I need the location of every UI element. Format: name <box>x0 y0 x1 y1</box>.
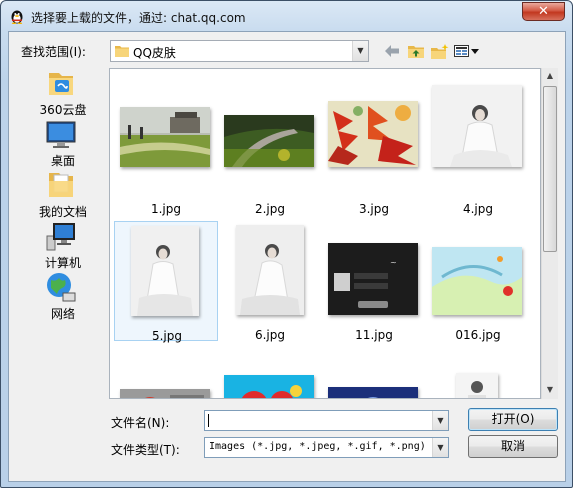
file-name: 2.jpg <box>254 202 286 216</box>
up-one-level-button[interactable] <box>405 41 427 61</box>
look-in-label: 查找范围(I): <box>21 45 86 59</box>
file-list-view[interactable]: 1.jpg 2.jpg 3.jpg 4.jpg 5.jpg 6.jpg ~ 11… <box>109 68 541 399</box>
place-desktop[interactable]: 桌面 <box>23 118 103 168</box>
open-button[interactable]: 打开(O) <box>468 408 558 431</box>
thumbnail-image <box>328 387 418 398</box>
file-type-label: 文件类型(T): <box>111 443 180 457</box>
thumbnail-image <box>120 389 210 398</box>
network-globe-icon <box>47 273 76 302</box>
scroll-up-arrow-icon[interactable]: ▲ <box>542 68 558 84</box>
file-name-label: 文件名(N): <box>111 416 170 430</box>
desktop-icon <box>46 121 76 148</box>
new-folder-icon <box>431 44 449 59</box>
thumbnail-image: ~ <box>328 243 418 315</box>
back-button[interactable] <box>381 41 403 61</box>
documents-folder-icon <box>49 173 73 197</box>
back-arrow-icon <box>385 45 399 57</box>
file-open-dialog: 选择要上载的文件，通过: chat.qq.com ✕ 查找范围(I): QQ皮肤… <box>0 0 573 488</box>
thumbnail-image <box>456 373 498 398</box>
file-item-row3-1[interactable] <box>114 347 218 398</box>
chevron-down-icon[interactable]: ▼ <box>432 438 448 457</box>
file-item-6[interactable]: 6.jpg <box>218 221 322 342</box>
title-bar[interactable]: 选择要上载的文件，通过: chat.qq.com ✕ <box>1 1 572 31</box>
thumbnail-image <box>131 226 199 316</box>
file-name: 5.jpg <box>151 329 183 343</box>
file-name: 016.jpg <box>455 328 501 342</box>
thumbnail-image <box>120 107 210 167</box>
chevron-down-icon[interactable]: ▼ <box>352 41 368 61</box>
cloud-folder-icon <box>49 73 73 95</box>
file-item-5-selected[interactable]: 5.jpg <box>114 221 218 343</box>
file-item-row3-2[interactable] <box>218 347 322 398</box>
file-name: 1.jpg <box>150 202 182 216</box>
file-item-3[interactable]: 3.jpg <box>322 95 426 216</box>
place-my-documents[interactable]: 我的文档 <box>23 169 103 219</box>
folder-icon <box>115 46 129 57</box>
thumbnail-image <box>328 101 418 167</box>
file-item-11[interactable]: ~ 11.jpg <box>322 221 426 342</box>
place-label: 360云盘 <box>39 103 87 117</box>
file-type-select[interactable]: Images (*.jpg, *.jpeg, *.gif, *.png) ▼ <box>204 437 449 458</box>
svg-text:~: ~ <box>390 258 397 267</box>
file-name: 11.jpg <box>355 328 393 342</box>
file-item-row3-3[interactable] <box>322 347 426 398</box>
file-item-row3-4[interactable] <box>426 347 530 398</box>
view-menu-button[interactable] <box>453 41 481 61</box>
place-360-cloud[interactable]: 360云盘 <box>23 67 103 117</box>
qq-penguin-icon <box>11 10 23 24</box>
file-item-4[interactable]: 4.jpg <box>426 85 530 216</box>
file-type-value: Images (*.jpg, *.jpeg, *.gif, *.png) <box>209 441 426 452</box>
place-label: 桌面 <box>50 154 75 168</box>
thumbnail-image <box>236 225 304 315</box>
thumbnail-image <box>432 247 522 315</box>
places-bar: 360云盘 桌面 我的文档 计算机 网络 <box>23 63 103 395</box>
file-item-1[interactable]: 1.jpg <box>114 95 218 216</box>
place-computer[interactable]: 计算机 <box>23 220 103 270</box>
look-in-dropdown[interactable]: QQ皮肤 ▼ <box>110 40 369 62</box>
cancel-button[interactable]: 取消 <box>468 435 558 458</box>
vertical-scrollbar[interactable]: ▲ ▼ <box>541 68 558 399</box>
text-caret <box>208 414 209 427</box>
place-label: 网络 <box>50 307 75 321</box>
file-item-016[interactable]: 016.jpg <box>426 221 530 342</box>
place-label: 我的文档 <box>38 205 87 219</box>
new-folder-button[interactable] <box>429 41 451 61</box>
chevron-down-icon[interactable]: ▼ <box>432 411 448 430</box>
thumbnail-image <box>224 115 314 167</box>
up-folder-icon <box>408 46 424 58</box>
computer-icon <box>46 223 75 251</box>
scroll-down-arrow-icon[interactable]: ▼ <box>542 382 558 398</box>
file-name: 4.jpg <box>462 202 494 216</box>
window-title: 选择要上载的文件，通过: chat.qq.com <box>31 11 246 25</box>
file-name-input[interactable]: ▼ <box>204 410 449 431</box>
look-in-value: QQ皮肤 <box>133 46 176 60</box>
thumbnail-image <box>224 375 314 398</box>
file-name: 3.jpg <box>358 202 390 216</box>
view-menu-icon <box>454 45 479 57</box>
file-name: 6.jpg <box>254 328 286 342</box>
place-label: 计算机 <box>44 256 81 270</box>
close-button[interactable]: ✕ <box>522 2 565 21</box>
place-network[interactable]: 网络 <box>23 271 103 321</box>
file-item-2[interactable]: 2.jpg <box>218 95 322 216</box>
thumbnail-image <box>432 85 522 167</box>
scrollbar-thumb[interactable] <box>543 86 557 252</box>
